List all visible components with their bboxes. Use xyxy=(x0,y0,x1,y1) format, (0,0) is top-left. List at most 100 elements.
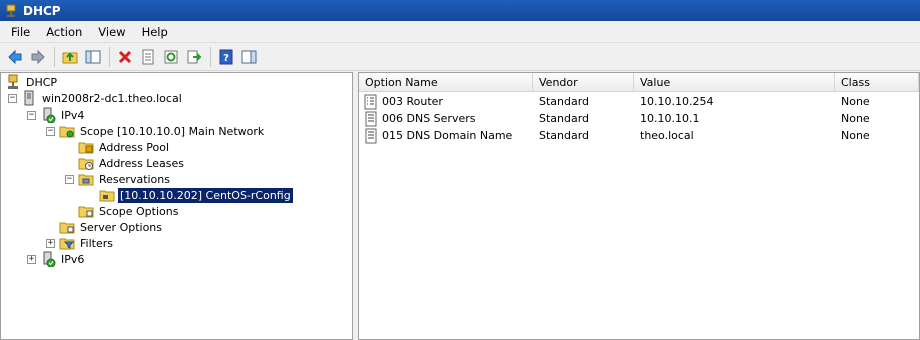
toolbar-separator xyxy=(54,46,55,67)
collapse-toggle[interactable]: − xyxy=(27,110,36,120)
toolbar-separator xyxy=(210,46,211,67)
option-icon xyxy=(365,128,377,143)
export-list-button[interactable] xyxy=(183,46,205,68)
dhcp-icon xyxy=(8,74,18,89)
back-button[interactable] xyxy=(4,46,26,68)
tree-label-address-pool: Address Pool xyxy=(99,140,170,154)
list-row[interactable]: 006 DNS Servers Standard 10.10.10.1 None xyxy=(359,110,919,127)
option-name: 015 DNS Domain Name xyxy=(382,129,513,142)
reservations-icon xyxy=(78,174,94,186)
server-options-icon xyxy=(59,222,75,234)
tree-label-filters: Filters xyxy=(80,236,113,250)
properties-button[interactable] xyxy=(137,46,159,68)
option-class: None xyxy=(841,112,870,125)
tree-label-address-leases: Address Leases xyxy=(99,156,184,170)
option-vendor: Standard xyxy=(539,129,590,142)
option-class: None xyxy=(841,95,870,108)
ipv4-icon xyxy=(43,107,56,123)
list-header: Option Name Vendor Value Class xyxy=(359,73,919,92)
back-icon xyxy=(8,49,22,64)
toolbar-separator xyxy=(109,46,110,67)
menu-bar: File Action View Help xyxy=(0,21,920,43)
address-leases-icon xyxy=(78,158,94,170)
up-folder-icon xyxy=(62,52,78,63)
column-value[interactable]: Value xyxy=(634,73,835,92)
action-pane-icon xyxy=(241,50,257,63)
scope-options-icon xyxy=(78,206,94,218)
show-hide-tree-icon xyxy=(85,50,101,63)
collapse-toggle[interactable]: − xyxy=(65,174,74,184)
tree-node-address-pool[interactable]: Address Pool xyxy=(78,139,171,155)
window-title: DHCP xyxy=(23,3,61,18)
tree-node-scope-options[interactable]: Scope Options xyxy=(78,203,180,219)
tree-node-scope[interactable]: − Scope [10.10.10.0] Main Network xyxy=(46,123,266,139)
tree-label-ipv4: IPv4 xyxy=(61,108,85,122)
reservation-entry-icon xyxy=(99,190,115,202)
tree-label-server: win2008r2-dc1.theo.local xyxy=(42,91,182,105)
title-bar: DHCP xyxy=(0,0,920,21)
option-value: 10.10.10.254 xyxy=(640,95,714,108)
option-value: 10.10.10.1 xyxy=(640,112,700,125)
option-icon xyxy=(364,94,377,109)
option-class: None xyxy=(841,129,870,142)
tree-node-ipv6[interactable]: + IPv6 xyxy=(27,251,86,267)
column-option-name[interactable]: Option Name xyxy=(359,73,533,92)
refresh-icon xyxy=(164,50,178,63)
tree-node-dhcp[interactable]: DHCP xyxy=(5,74,59,90)
option-vendor: Standard xyxy=(539,95,590,108)
collapse-toggle[interactable]: − xyxy=(46,126,55,136)
ipv6-icon xyxy=(43,251,56,267)
column-class[interactable]: Class xyxy=(835,73,919,92)
option-name: 006 DNS Servers xyxy=(382,112,476,125)
options-list-view[interactable]: Option Name Vendor Value Class 003 Route… xyxy=(358,72,920,340)
list-row[interactable]: 015 DNS Domain Name Standard theo.local … xyxy=(359,127,919,144)
tree-node-server[interactable]: − win2008r2-dc1.theo.local xyxy=(8,90,184,106)
properties-icon xyxy=(142,49,154,64)
forward-icon xyxy=(31,49,45,64)
option-name: 003 Router xyxy=(382,95,443,108)
server-icon xyxy=(24,90,34,106)
tree-node-ipv4[interactable]: − IPv4 xyxy=(27,107,86,123)
tree-node-server-options[interactable]: Server Options xyxy=(59,219,164,235)
console-tree[interactable]: DHCP − win2008r2-dc1.theo.local − IPv4 −… xyxy=(0,72,353,340)
menu-file[interactable]: File xyxy=(4,23,37,41)
tree-node-reservation-item[interactable]: [10.10.10.202] CentOS-rConfig xyxy=(99,186,294,204)
delete-icon xyxy=(118,50,132,63)
export-icon xyxy=(187,50,202,63)
forward-button[interactable] xyxy=(27,46,49,68)
list-row[interactable]: 003 Router Standard 10.10.10.254 None xyxy=(359,93,919,110)
column-vendor[interactable]: Vendor xyxy=(533,73,634,92)
show-hide-tree-button[interactable] xyxy=(82,46,104,68)
expand-toggle[interactable]: + xyxy=(27,254,36,264)
tree-label-reservations: Reservations xyxy=(99,172,170,186)
tree-label-dhcp: DHCP xyxy=(26,75,58,89)
tree-label-server-options: Server Options xyxy=(80,220,163,234)
tree-node-address-leases[interactable]: Address Leases xyxy=(78,155,186,171)
tree-node-filters[interactable]: + Filters xyxy=(46,235,115,251)
menu-view[interactable]: View xyxy=(91,23,132,41)
option-vendor: Standard xyxy=(539,112,590,125)
tree-label-reservation-item: [10.10.10.202] CentOS-rConfig xyxy=(117,186,294,204)
tree-label-ipv6: IPv6 xyxy=(61,252,85,266)
help-button[interactable]: ? xyxy=(215,46,237,68)
tree-label-scope: Scope [10.10.10.0] Main Network xyxy=(80,124,265,138)
dhcp-app-icon xyxy=(6,4,16,17)
tree-label-scope-options: Scope Options xyxy=(99,204,179,218)
delete-button[interactable] xyxy=(114,46,136,68)
option-value: theo.local xyxy=(640,129,694,142)
action-pane-button[interactable] xyxy=(238,46,260,68)
up-level-button[interactable] xyxy=(59,46,81,68)
refresh-button[interactable] xyxy=(160,46,182,68)
help-icon: ? xyxy=(219,49,233,64)
option-icon xyxy=(365,111,377,126)
tree-node-reservations[interactable]: − Reservations xyxy=(65,171,172,187)
menu-help[interactable]: Help xyxy=(135,23,175,41)
scope-folder-icon xyxy=(59,126,75,138)
toolbar: ? xyxy=(0,43,920,71)
menu-action[interactable]: Action xyxy=(39,23,89,41)
filter-icon xyxy=(59,238,75,250)
expand-toggle[interactable]: + xyxy=(46,238,55,248)
address-pool-icon xyxy=(78,142,94,154)
collapse-toggle[interactable]: − xyxy=(8,93,17,103)
svg-text:?: ? xyxy=(223,53,229,64)
